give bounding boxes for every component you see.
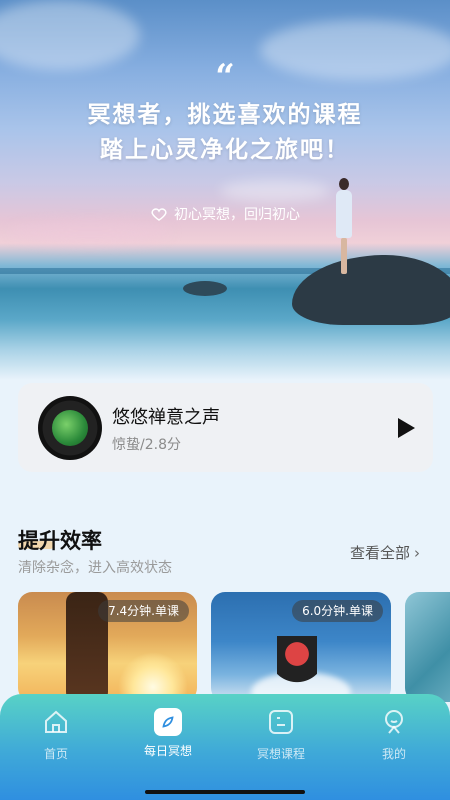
chevron-right-icon: › xyxy=(414,543,421,562)
nav-label-mine: 我的 xyxy=(381,747,406,761)
section-subtitle: 清除杂念，进入高效状态 xyxy=(18,560,172,576)
bottom-nav: 首页 每日冥想 冥想课程 我的 xyxy=(0,694,450,800)
track-title: 悠悠禅意之声 xyxy=(112,407,220,428)
jetski-rider xyxy=(277,636,317,696)
section-title: 提升效率 xyxy=(18,529,102,553)
nav-label-home: 首页 xyxy=(43,747,68,761)
person-silhouette xyxy=(336,178,352,276)
duration-badge: 6.0分钟.单课 xyxy=(292,600,383,622)
profile-icon xyxy=(385,710,403,734)
album-disc xyxy=(38,396,102,460)
nav-item-home[interactable]: 首页 xyxy=(16,708,96,762)
nav-label-courses: 冥想课程 xyxy=(256,747,305,761)
rock-small xyxy=(183,281,227,296)
now-playing-card[interactable]: 悠悠禅意之声 惊蛰/2.8分 xyxy=(18,383,433,472)
course-card[interactable]: 6.0分钟.单课 xyxy=(211,592,391,702)
compass-leaf-icon xyxy=(154,708,182,736)
hero-title-line2: 踏上心灵净化之旅吧！ xyxy=(100,137,350,163)
course-card[interactable]: 7.4分钟.单课 xyxy=(18,592,197,702)
nav-item-courses[interactable]: 冥想课程 xyxy=(241,708,321,762)
hero-banner: “ 冥想者，挑选喜欢的课程 踏上心灵净化之旅吧！ 初心冥想，回归初心 xyxy=(0,0,450,380)
nav-item-mine[interactable]: 我的 xyxy=(354,708,434,762)
course-card[interactable] xyxy=(405,592,450,702)
course-icon xyxy=(269,710,293,734)
hero-title-line1: 冥想者，挑选喜欢的课程 xyxy=(87,102,363,128)
duration-badge: 7.4分钟.单课 xyxy=(98,600,189,622)
track-subtitle: 惊蛰/2.8分 xyxy=(112,437,181,453)
nav-label-daily-meditation: 每日冥想 xyxy=(143,744,192,758)
rock-large xyxy=(292,255,450,325)
home-icon xyxy=(45,710,67,733)
hero-tagline: 初心冥想，回归初心 xyxy=(0,204,450,224)
tagline-text: 初心冥想，回归初心 xyxy=(174,207,300,223)
home-indicator xyxy=(145,790,305,794)
quote-mark: “ xyxy=(215,57,235,97)
heart-icon xyxy=(151,208,167,221)
see-all-link[interactable]: 查看全部 › xyxy=(350,542,420,563)
nav-item-daily-meditation[interactable]: 每日冥想 xyxy=(128,708,208,759)
play-icon[interactable] xyxy=(396,417,416,439)
see-all-label: 查看全部 xyxy=(350,544,411,562)
